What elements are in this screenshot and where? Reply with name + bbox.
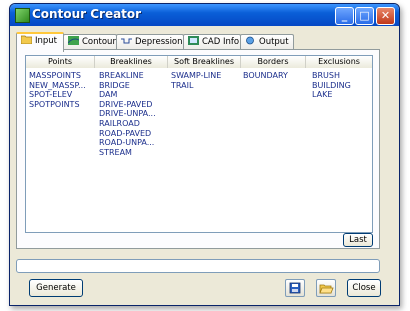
list-item[interactable]: SPOTPOINTS: [29, 100, 86, 110]
list-item[interactable]: ROAD-PAVED: [99, 129, 156, 139]
list-item[interactable]: DRIVE-UNPA...: [99, 109, 156, 119]
contour-icon: [68, 36, 79, 45]
column-breaklines: BREAKLINE BRIDGE DAM DRIVE-PAVED DRIVE-U…: [99, 71, 156, 157]
list-item[interactable]: BREAKLINE: [99, 71, 156, 81]
minimize-button[interactable]: _: [335, 7, 354, 25]
app-icon: [15, 8, 30, 23]
tab-depression[interactable]: Depression: [116, 34, 184, 50]
open-folder-icon: [319, 284, 334, 294]
column-borders: BOUNDARY: [243, 71, 288, 81]
column-header-soft-breaklines[interactable]: Soft Breaklines: [168, 56, 241, 68]
depression-icon: [121, 38, 132, 44]
tab-cad-info-label: CAD Info: [202, 37, 240, 47]
list-item[interactable]: MASSPOINTS: [29, 71, 86, 81]
list-item[interactable]: BOUNDARY: [243, 71, 288, 81]
column-header-borders[interactable]: Borders: [241, 56, 306, 68]
list-item[interactable]: BUILDING: [312, 81, 351, 91]
list-item[interactable]: BRUSH: [312, 71, 351, 81]
list-item[interactable]: STREAM: [99, 148, 156, 158]
last-button[interactable]: Last: [343, 233, 373, 247]
window-title: Contour Creator: [32, 7, 142, 21]
tab-depression-label: Depression: [135, 37, 183, 47]
list-item[interactable]: SWAMP-LINE: [171, 71, 221, 81]
layer-list[interactable]: Points Breaklines Soft Breaklines Border…: [25, 55, 373, 233]
column-header-exclusions[interactable]: Exclusions: [306, 56, 372, 68]
maximize-button[interactable]: □: [355, 7, 374, 25]
tab-cad-info[interactable]: CAD Info: [183, 34, 241, 50]
list-item[interactable]: BRIDGE: [99, 81, 156, 91]
list-item[interactable]: RAILROAD: [99, 119, 156, 129]
column-soft-breaklines: SWAMP-LINE TRAIL: [171, 71, 221, 90]
close-button[interactable]: Close: [347, 279, 381, 297]
output-icon: [246, 36, 254, 45]
list-item[interactable]: NEW_MASSP...: [29, 81, 86, 91]
cad-info-icon: [188, 36, 199, 45]
column-header-breaklines[interactable]: Breaklines: [95, 56, 168, 68]
open-button[interactable]: [316, 279, 336, 297]
list-item[interactable]: DRIVE-PAVED: [99, 100, 156, 110]
input-panel: Points Breaklines Soft Breaklines Border…: [16, 49, 380, 249]
save-icon: [289, 282, 301, 294]
save-button[interactable]: [285, 279, 305, 297]
tab-contour[interactable]: Contour: [63, 34, 117, 50]
column-exclusions: BRUSH BUILDING LAKE: [312, 71, 351, 100]
column-header-points[interactable]: Points: [26, 56, 95, 68]
status-field: [16, 259, 380, 273]
list-item[interactable]: ROAD-UNPA...: [99, 138, 156, 148]
list-item[interactable]: DAM: [99, 90, 156, 100]
tab-input-label: Input: [35, 36, 58, 46]
close-window-button[interactable]: ✕: [376, 7, 395, 25]
generate-button[interactable]: Generate: [29, 279, 83, 297]
tab-contour-label: Contour: [82, 37, 116, 47]
list-item[interactable]: SPOT-ELEV: [29, 90, 86, 100]
folder-icon: [21, 35, 32, 44]
list-item[interactable]: LAKE: [312, 90, 351, 100]
tab-output-label: Output: [259, 37, 289, 47]
title-bar[interactable]: Contour Creator _ □ ✕: [10, 4, 399, 26]
tab-input[interactable]: Input: [16, 32, 64, 52]
list-item[interactable]: TRAIL: [171, 81, 221, 91]
column-points: MASSPOINTS NEW_MASSP... SPOT-ELEV SPOTPO…: [29, 71, 86, 109]
tab-output[interactable]: Output: [240, 34, 294, 50]
